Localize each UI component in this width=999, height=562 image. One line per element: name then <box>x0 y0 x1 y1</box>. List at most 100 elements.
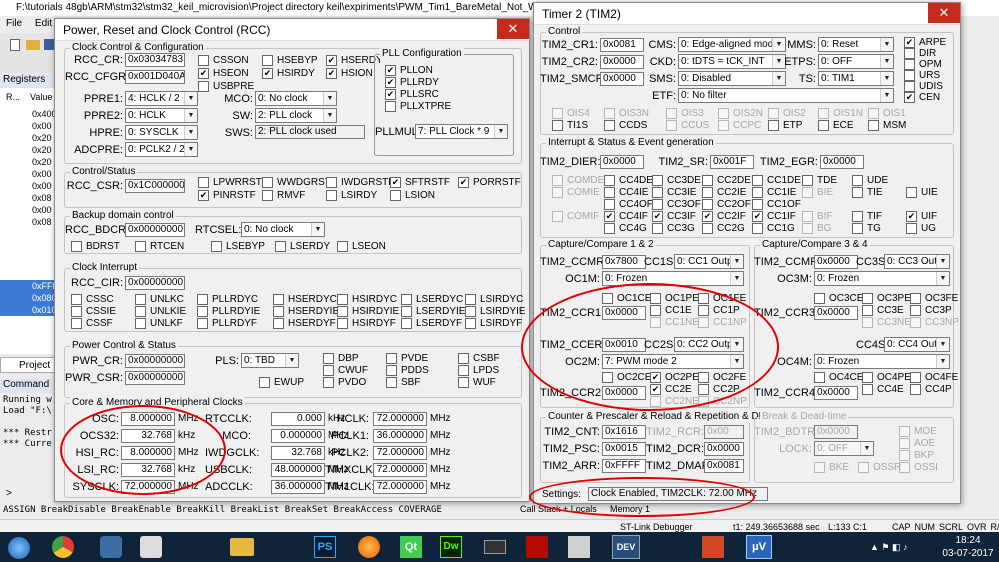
int-bit-tg[interactable]: TG <box>852 223 881 235</box>
rcc-bdcr-field[interactable]: 0x00000000 <box>125 223 185 237</box>
pll-bit-pllrdy[interactable]: ✔ PLLRDY <box>385 77 439 89</box>
break-bit-bke[interactable]: BKE <box>814 462 849 474</box>
int-bit-cc2ie[interactable]: CC2IE <box>702 187 746 199</box>
clock-value-lsi-rc[interactable]: 32.768 <box>121 463 175 477</box>
register-value[interactable]: 0x00 <box>0 204 56 216</box>
ctrl-bit-ois1n[interactable]: OIS1N <box>818 108 863 120</box>
clock-value-mco[interactable]: 0.000000 <box>271 429 325 443</box>
pls-select[interactable]: 0: TBD ▼ <box>241 353 299 368</box>
csr-bit-lsion[interactable]: LSION <box>390 190 435 202</box>
int-bit-cc1of[interactable]: CC1OF <box>752 199 801 211</box>
int-bit-tie[interactable]: TIE <box>852 187 883 199</box>
cir-bit-unlkc[interactable]: UNLKC <box>135 294 184 306</box>
ctrl-bit-ois4[interactable]: OIS4 <box>552 108 590 120</box>
int-bit-comif[interactable]: COMIF <box>552 211 599 223</box>
mms-select[interactable]: 0: Reset ▼ <box>818 37 894 52</box>
int-bit-tif[interactable]: TIF <box>852 211 882 223</box>
ctrl-bit-ccpc[interactable]: CCPC <box>718 120 761 132</box>
cr-bit-csson[interactable]: CSSON <box>198 55 249 67</box>
new-file-icon[interactable] <box>10 39 20 51</box>
register-value[interactable]: 0x20 <box>0 156 56 168</box>
oc-bit-cc1ne[interactable]: CC1NE <box>650 317 699 329</box>
oc-bit-oc3fe[interactable]: OC3FE <box>910 293 958 305</box>
int-bit-comie[interactable]: COMIE <box>552 187 600 199</box>
int-bit-cc3of[interactable]: CC3OF <box>652 199 701 211</box>
cir-bit-cssc[interactable]: CSSC <box>71 294 114 306</box>
int-bit-ude[interactable]: UDE <box>852 175 888 187</box>
tim-cr-bit-cen[interactable]: ✔ CEN <box>904 92 940 104</box>
sw-select[interactable]: 2: PLL clock ▼ <box>255 108 337 123</box>
int-bit-bg[interactable]: BG <box>802 223 831 235</box>
register-value[interactable]: 0x00 <box>0 120 56 132</box>
register-value-selected[interactable]: 0x010 <box>0 304 57 316</box>
cms-select[interactable]: 0: Edge-aligned mode ▼ <box>678 37 786 52</box>
ctrl-bit-msm[interactable]: MSM <box>868 120 906 132</box>
cir-bit-lsirdyf[interactable]: LSIRDYF <box>465 318 522 330</box>
oc-bit-cc3e[interactable]: CC3E <box>862 305 904 317</box>
cir-bit-pllrdyie[interactable]: PLLRDYIE <box>197 306 260 318</box>
oc-bit-cc3ne[interactable]: CC3NE <box>862 317 911 329</box>
ctrl-bit-ccus[interactable]: CCUS <box>666 120 709 132</box>
ccr1-field[interactable]: 0x0000 <box>602 306 646 320</box>
hpre-select[interactable]: 0: SYSCLK ▼ <box>125 125 198 140</box>
cc4s-select[interactable]: 0: CC4 Output ▼ <box>884 337 950 352</box>
ctrl-bit-ois3[interactable]: OIS3 <box>666 108 704 120</box>
ctrl-bit-ois2n[interactable]: OIS2N <box>718 108 763 120</box>
pwr-bit-ewup[interactable]: EWUP <box>259 377 304 389</box>
int-bit-cc4de[interactable]: CC4DE <box>604 175 653 187</box>
callstack-tab[interactable]: Call Stack + Locals <box>520 504 597 514</box>
ctrl-bit-ois3n[interactable]: OIS3N <box>604 108 649 120</box>
bdcr-bit-rtcen[interactable]: RTCEN <box>135 241 184 253</box>
oc-bit-cc4e[interactable]: CC4E <box>862 384 904 396</box>
bdcr-bit-lseon[interactable]: LSEON <box>337 241 386 253</box>
break-bit-moe[interactable]: MOE <box>899 426 937 438</box>
int-bit-cc3if[interactable]: ✔ CC3IF <box>652 211 696 223</box>
cir-bit-hserdyie[interactable]: HSERDYIE <box>273 306 339 318</box>
clock-value-iwdgclk[interactable]: 32.768 <box>271 446 325 460</box>
register-value[interactable]: 0x08 <box>0 192 56 204</box>
int-bit-cc3de[interactable]: CC3DE <box>652 175 701 187</box>
ctrl-bit-etp[interactable]: ETP <box>768 120 802 132</box>
pll-bit-pllxtpre[interactable]: PLLXTPRE <box>385 101 451 113</box>
oc-bit-oc1fe[interactable]: OC1FE <box>698 293 746 305</box>
cir-bit-lserdyc[interactable]: LSERDYC <box>401 294 463 306</box>
pwr-bit-csbf[interactable]: CSBF <box>458 353 500 365</box>
int-bit-cc3g[interactable]: CC3G <box>652 223 695 235</box>
oc2m-select[interactable]: 7: PWM mode 2 ▼ <box>602 354 744 369</box>
powerpoint-icon[interactable] <box>702 536 724 558</box>
break-bit-ossr[interactable]: OSSR <box>858 462 901 474</box>
smcr-field[interactable]: 0x0000 <box>600 72 644 86</box>
taskbar-clock[interactable]: 18:24 03-07-2017 <box>940 534 996 560</box>
ts-select[interactable]: 0: TIM1 ▼ <box>818 71 894 86</box>
clock-value-osc[interactable]: 8.000000 <box>121 412 175 426</box>
cir-bit-cssie[interactable]: CSSIE <box>71 306 116 318</box>
cir-bit-cssf[interactable]: CSSF <box>71 318 113 330</box>
ctrl-bit-ti1s[interactable]: TI1S <box>552 120 588 132</box>
pwr-bit-sbf[interactable]: SBF <box>386 377 420 389</box>
ccr3-field[interactable]: 0x0000 <box>814 306 858 320</box>
dreamweaver-icon[interactable]: Dw <box>440 536 462 558</box>
cc1s-select[interactable]: 0: CC1 Output ▼ <box>674 254 744 269</box>
oc-bit-cc4p[interactable]: CC4P <box>910 384 952 396</box>
oc4m-select[interactable]: 0: Frozen ▼ <box>814 354 950 369</box>
cir-bit-lserdyie[interactable]: LSERDYIE <box>401 306 465 318</box>
ccmr2-field[interactable]: 0x0000 <box>814 255 858 269</box>
oc-bit-cc2p[interactable]: CC2P <box>698 384 740 396</box>
int-bit-bif[interactable]: BIF <box>802 211 833 223</box>
oc-bit-cc3np[interactable]: CC3NP <box>910 317 959 329</box>
int-bit-cc2if[interactable]: ✔ CC2IF <box>702 211 746 223</box>
rcc-cr-field[interactable]: 0x03034783 <box>125 53 185 67</box>
oc-bit-cc3p[interactable]: CC3P <box>910 305 952 317</box>
csr-bit-iwdgrstf[interactable]: IWDGRSTF <box>326 177 394 189</box>
oc-bit-cc2np[interactable]: CC2NP <box>698 396 747 408</box>
ccmr1-field[interactable]: 0x7800 <box>602 255 646 269</box>
cr-bit-hseon[interactable]: ✔ HSEON <box>198 68 249 80</box>
firefox-icon[interactable] <box>358 536 380 558</box>
bdcr-bit-lserdy[interactable]: LSERDY <box>275 241 330 253</box>
pdf-icon[interactable] <box>526 536 548 558</box>
clock-value-pclk1[interactable]: 36.000000 <box>373 429 427 443</box>
ppre1-select[interactable]: 4: HCLK / 2 ▼ <box>125 91 198 106</box>
pwr-cr-field[interactable]: 0x00000000 <box>125 354 185 368</box>
csr-bit-pinrstf[interactable]: ✔ PINRSTF <box>198 190 256 202</box>
devcpp-icon[interactable]: DEV <box>612 535 640 559</box>
